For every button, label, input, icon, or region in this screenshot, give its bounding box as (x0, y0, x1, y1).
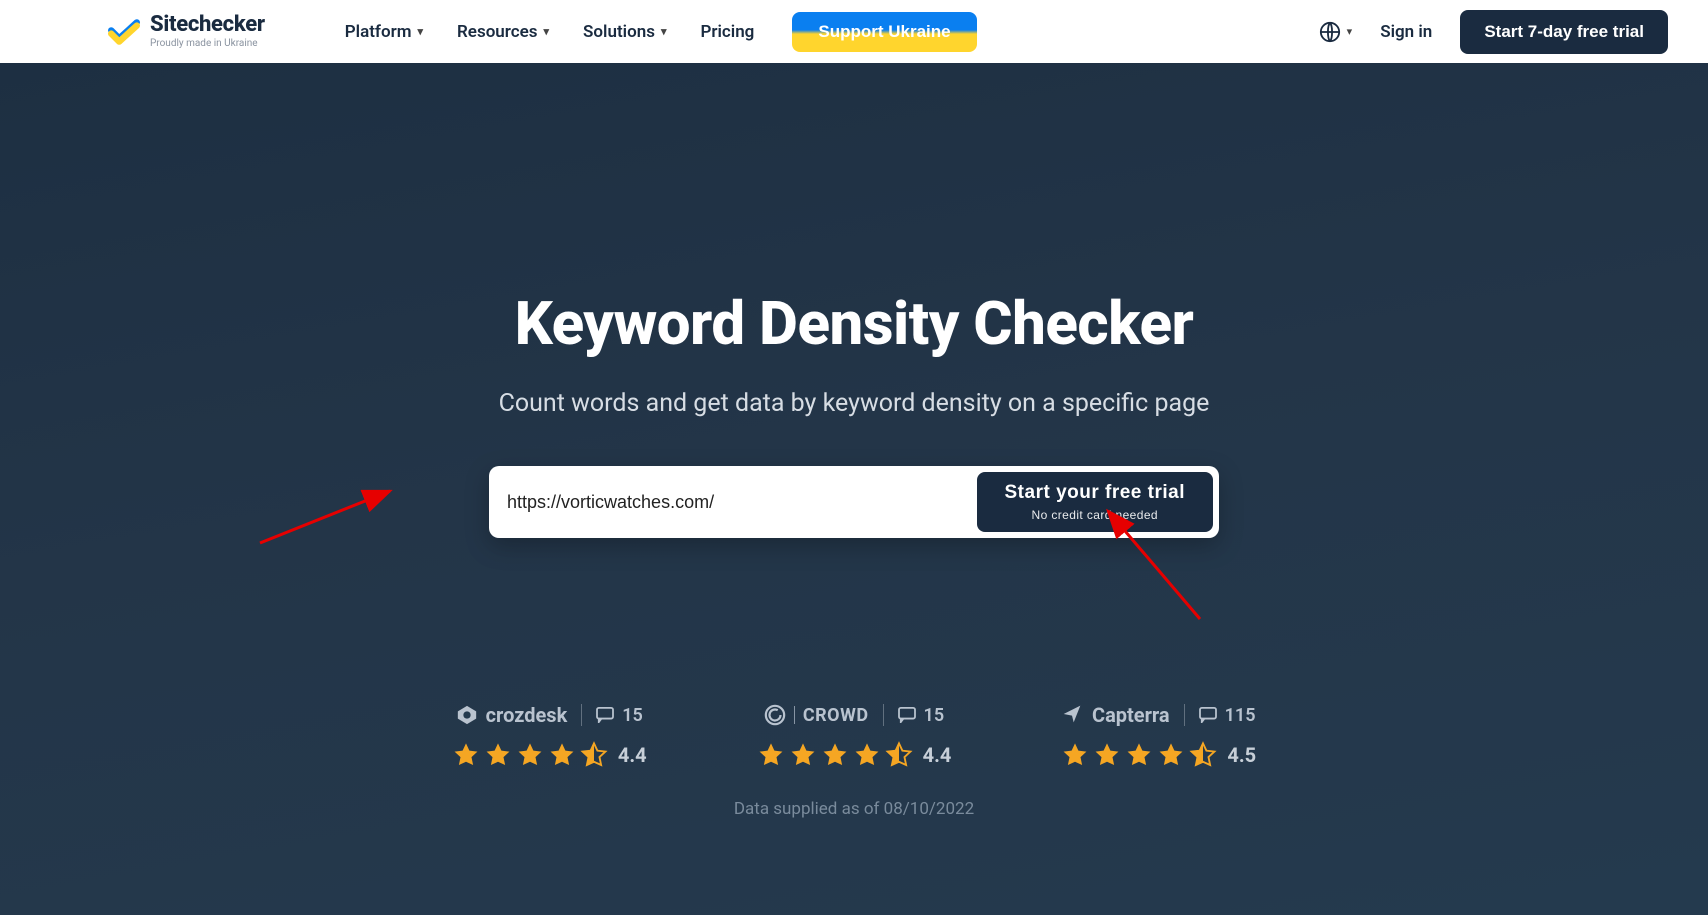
reviews-icon (1199, 707, 1217, 723)
star-icon (757, 741, 785, 769)
logo[interactable]: Sitechecker Proudly made in Ukraine (108, 14, 265, 49)
reviews-icon (898, 707, 916, 723)
brand-label: CROWD (803, 705, 869, 726)
rating-score: 4.4 (923, 743, 952, 767)
logo-text-block: Sitechecker Proudly made in Ukraine (150, 14, 265, 49)
divider (883, 704, 884, 726)
main-nav: Platform ▾ Resources ▾ Solutions ▾ Prici… (345, 22, 755, 42)
nav-label: Platform (345, 22, 412, 42)
header-right: ▾ Sign in Start 7-day free trial (1319, 10, 1668, 54)
crozdesk-icon (456, 704, 478, 726)
ratings-row: crozdesk 15 4.4 (452, 703, 1256, 769)
divider (581, 704, 582, 726)
nav-label: Resources (457, 22, 538, 42)
nav-item-platform[interactable]: Platform ▾ (345, 22, 423, 42)
rating-score: 4.5 (1227, 743, 1256, 767)
brand-label: crozdesk (486, 703, 568, 727)
language-switcher[interactable]: ▾ (1319, 21, 1353, 43)
review-count: 15 (596, 705, 643, 726)
brand-crozdesk: crozdesk (456, 703, 568, 727)
brand-g2-crowd: CROWD (764, 704, 869, 726)
page-title: Keyword Density Checker (515, 288, 1194, 359)
rating-crozdesk: crozdesk 15 4.4 (452, 703, 647, 769)
hero: Keyword Density Checker Count words and … (0, 63, 1708, 915)
review-count: 15 (898, 705, 945, 726)
page-subtitle: Count words and get data by keyword dens… (499, 389, 1210, 418)
star-icon (484, 741, 512, 769)
support-ukraine-button[interactable]: Support Ukraine (792, 12, 976, 52)
globe-icon (1319, 21, 1341, 43)
cta-subtitle: No credit card needed (1005, 508, 1186, 522)
brand-divider (794, 706, 795, 724)
review-count-number: 115 (1225, 705, 1256, 726)
star-icon (1125, 741, 1153, 769)
data-supplied-note: Data supplied as of 08/10/2022 (734, 799, 974, 819)
nav-label: Pricing (700, 22, 754, 42)
nav-item-solutions[interactable]: Solutions ▾ (583, 22, 666, 42)
start-trial-button[interactable]: Start 7-day free trial (1460, 10, 1668, 54)
star-icon (452, 741, 480, 769)
capterra-icon (1062, 704, 1084, 726)
rating-g2-crowd: CROWD 15 4.4 (757, 703, 952, 769)
chevron-down-icon: ▾ (417, 25, 423, 38)
stars (452, 741, 608, 769)
top-header: Sitechecker Proudly made in Ukraine Plat… (0, 0, 1708, 63)
url-input[interactable] (507, 482, 977, 523)
stars (757, 741, 913, 769)
star-icon (516, 741, 544, 769)
brand-capterra: Capterra (1062, 703, 1170, 727)
star-icon (853, 741, 881, 769)
review-count: 115 (1199, 705, 1256, 726)
star-half-icon (885, 741, 913, 769)
stars (1061, 741, 1217, 769)
rating-capterra: Capterra 115 4.5 (1061, 703, 1256, 769)
review-count-number: 15 (924, 705, 945, 726)
divider (1184, 704, 1185, 726)
star-icon (1061, 741, 1089, 769)
review-count-number: 15 (622, 705, 643, 726)
chevron-down-icon: ▾ (544, 25, 550, 38)
logo-check-icon (108, 19, 140, 45)
star-icon (789, 741, 817, 769)
logo-title: Sitechecker (150, 14, 265, 36)
annotation-arrow-left (260, 485, 410, 549)
sign-in-link[interactable]: Sign in (1380, 22, 1432, 42)
star-icon (548, 741, 576, 769)
star-half-icon (580, 741, 608, 769)
nav-label: Solutions (583, 22, 655, 42)
star-half-icon (1189, 741, 1217, 769)
brand-label: Capterra (1092, 703, 1170, 727)
star-icon (1093, 741, 1121, 769)
logo-subtitle: Proudly made in Ukraine (150, 39, 265, 49)
g2-icon (764, 704, 786, 726)
nav-item-resources[interactable]: Resources ▾ (457, 22, 549, 42)
url-input-bar: Start your free trial No credit card nee… (489, 466, 1219, 538)
star-icon (1157, 741, 1185, 769)
start-free-trial-cta[interactable]: Start your free trial No credit card nee… (977, 472, 1214, 532)
cta-title: Start your free trial (1005, 482, 1186, 504)
nav-item-pricing[interactable]: Pricing (700, 22, 754, 42)
chevron-down-icon: ▾ (661, 25, 667, 38)
star-icon (821, 741, 849, 769)
rating-score: 4.4 (618, 743, 647, 767)
reviews-icon (596, 707, 614, 723)
chevron-down-icon: ▾ (1347, 25, 1353, 38)
